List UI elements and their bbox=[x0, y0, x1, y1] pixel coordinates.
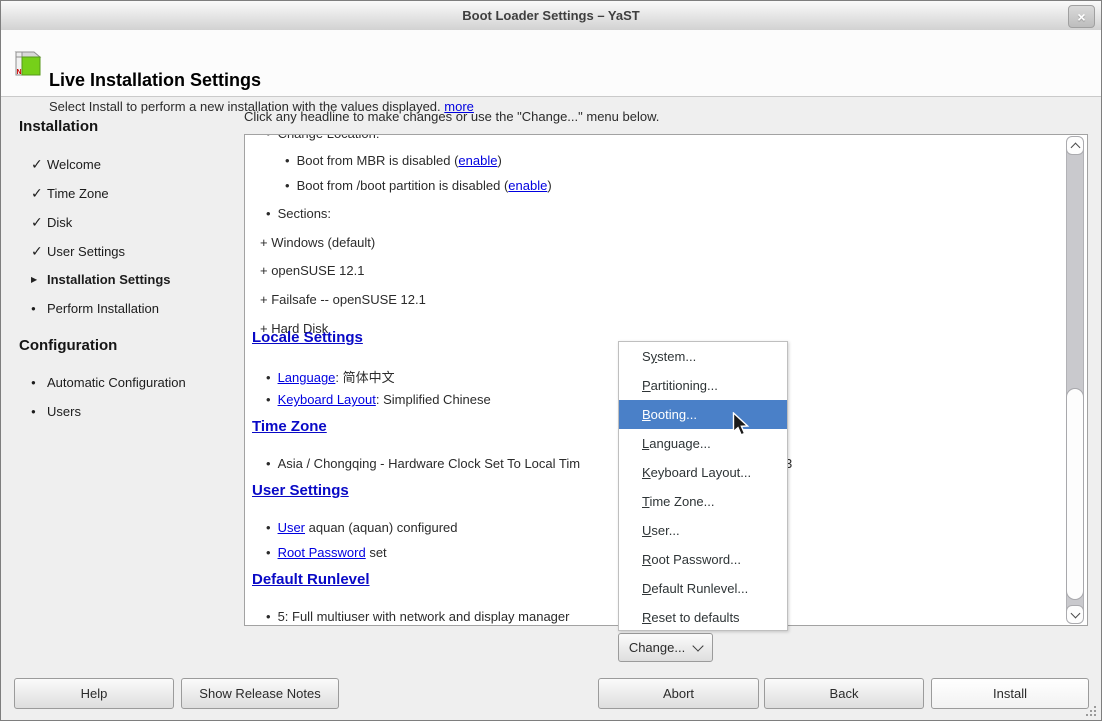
change-button[interactable]: Change... bbox=[618, 633, 713, 662]
bullet-icon: • bbox=[285, 153, 290, 168]
default-runlevel-heading[interactable]: Default Runlevel bbox=[252, 571, 370, 588]
show-release-notes-button[interactable]: Show Release Notes bbox=[181, 678, 339, 709]
clipped-change-location-line: •Change Location: bbox=[266, 134, 379, 141]
yast-package-icon: N bbox=[11, 46, 45, 85]
scroll-down-button[interactable] bbox=[1066, 605, 1084, 624]
chevron-down-icon bbox=[1070, 608, 1080, 618]
sidebar-heading-configuration: Configuration bbox=[19, 337, 117, 354]
menu-item-root-password[interactable]: Root Password... bbox=[619, 545, 787, 574]
menu-item-default-runlevel[interactable]: Default Runlevel... bbox=[619, 574, 787, 603]
check-icon: ✓ bbox=[31, 214, 47, 231]
check-icon: ✓ bbox=[31, 185, 47, 202]
sidebar-heading-installation: Installation bbox=[19, 118, 98, 135]
sidebar-item-disk: ✓ Disk bbox=[31, 214, 72, 231]
sidebar-item-automatic-configuration: ● Automatic Configuration bbox=[31, 375, 186, 390]
change-hint-text: Click any headline to make changes or us… bbox=[244, 109, 659, 124]
page-title: Live Installation Settings bbox=[49, 70, 261, 91]
root-password-line: •Root Password set bbox=[266, 545, 387, 560]
sidebar-item-welcome: ✓ Welcome bbox=[31, 156, 101, 173]
change-menu: System... Partitioning... Booting... Lan… bbox=[618, 341, 788, 631]
menu-item-language[interactable]: Language... bbox=[619, 429, 787, 458]
close-icon: × bbox=[1077, 9, 1085, 25]
bullet-icon: ● bbox=[31, 407, 47, 416]
back-button[interactable]: Back bbox=[764, 678, 924, 709]
current-step-arrow-icon: ▶ bbox=[31, 275, 47, 284]
boot-partition-line: •Boot from /boot partition is disabled (… bbox=[285, 178, 552, 193]
close-button[interactable]: × bbox=[1068, 5, 1095, 28]
language-link[interactable]: Language bbox=[278, 370, 336, 385]
menu-item-booting[interactable]: Booting... bbox=[619, 400, 787, 429]
window-title: Boot Loader Settings – YaST bbox=[462, 8, 639, 23]
user-line: •User aquan (aquan) configured bbox=[266, 520, 458, 535]
bullet-icon: • bbox=[266, 609, 271, 624]
dialog-header: N Live Installation Settings Select Inst… bbox=[1, 30, 1101, 97]
scrollbar-thumb[interactable] bbox=[1066, 388, 1084, 600]
install-button[interactable]: Install bbox=[931, 678, 1089, 709]
user-link[interactable]: User bbox=[278, 520, 305, 535]
root-password-link[interactable]: Root Password bbox=[278, 545, 366, 560]
menu-item-time-zone[interactable]: Time Zone... bbox=[619, 487, 787, 516]
runlevel-line: •5: Full multiuser with network and disp… bbox=[266, 609, 569, 624]
check-icon: ✓ bbox=[31, 156, 47, 173]
chevron-down-icon bbox=[693, 640, 704, 651]
sidebar-item-perform-installation: ● Perform Installation bbox=[31, 301, 159, 316]
bullet-icon: • bbox=[266, 370, 271, 385]
keyboard-layout-link[interactable]: Keyboard Layout bbox=[278, 392, 376, 407]
language-line: •Language: 简体中文 bbox=[266, 367, 395, 386]
timezone-line: •Asia / Chongqing - Hardware Clock Set T… bbox=[266, 456, 580, 471]
bullet-icon: • bbox=[266, 545, 271, 560]
svg-text:N: N bbox=[17, 69, 22, 76]
menu-item-system[interactable]: System... bbox=[619, 342, 787, 371]
bullet-icon: • bbox=[266, 520, 271, 535]
enable-mbr-link[interactable]: enable bbox=[458, 153, 497, 168]
time-zone-heading[interactable]: Time Zone bbox=[252, 418, 327, 435]
sections-line: •Sections: bbox=[266, 206, 331, 221]
keyboard-layout-line: •Keyboard Layout: Simplified Chinese bbox=[266, 392, 491, 407]
check-icon: ✓ bbox=[31, 243, 47, 260]
sidebar-item-users: ● Users bbox=[31, 404, 81, 419]
sidebar-item-user-settings: ✓ User Settings bbox=[31, 243, 125, 260]
abort-button[interactable]: Abort bbox=[598, 678, 759, 709]
bullet-icon: • bbox=[266, 206, 271, 221]
boot-section-failsafe: + Failsafe -- openSUSE 12.1 bbox=[260, 292, 426, 307]
locale-settings-heading[interactable]: Locale Settings bbox=[252, 329, 363, 346]
menu-item-reset-to-defaults[interactable]: Reset to defaults bbox=[619, 603, 787, 632]
bullet-icon: ● bbox=[31, 378, 47, 387]
menu-item-partitioning[interactable]: Partitioning... bbox=[619, 371, 787, 400]
boot-section-windows: + Windows (default) bbox=[260, 235, 375, 250]
title-bar[interactable]: Boot Loader Settings – YaST × bbox=[1, 1, 1101, 31]
help-button[interactable]: Help bbox=[14, 678, 174, 709]
mouse-cursor bbox=[732, 412, 751, 444]
menu-item-user[interactable]: User... bbox=[619, 516, 787, 545]
boot-section-opensuse: + openSUSE 12.1 bbox=[260, 263, 364, 278]
user-settings-heading[interactable]: User Settings bbox=[252, 482, 349, 499]
menu-item-keyboard-layout[interactable]: Keyboard Layout... bbox=[619, 458, 787, 487]
sidebar-item-time-zone: ✓ Time Zone bbox=[31, 185, 109, 202]
scroll-up-button[interactable] bbox=[1066, 136, 1084, 155]
yast-window: Boot Loader Settings – YaST × N Live Ins… bbox=[0, 0, 1102, 721]
bullet-icon: ● bbox=[31, 304, 47, 313]
bullet-icon: • bbox=[266, 392, 271, 407]
enable-boot-partition-link[interactable]: enable bbox=[508, 178, 547, 193]
bullet-icon: • bbox=[285, 178, 290, 193]
boot-mbr-line: •Boot from MBR is disabled (enable) bbox=[285, 153, 502, 168]
bullet-icon: • bbox=[266, 134, 271, 141]
chevron-up-icon bbox=[1070, 142, 1080, 152]
window-resize-grip[interactable] bbox=[1084, 704, 1096, 716]
vertical-scrollbar[interactable] bbox=[1065, 136, 1085, 624]
bullet-icon: • bbox=[266, 456, 271, 471]
sidebar-item-installation-settings: ▶ Installation Settings bbox=[31, 272, 171, 287]
